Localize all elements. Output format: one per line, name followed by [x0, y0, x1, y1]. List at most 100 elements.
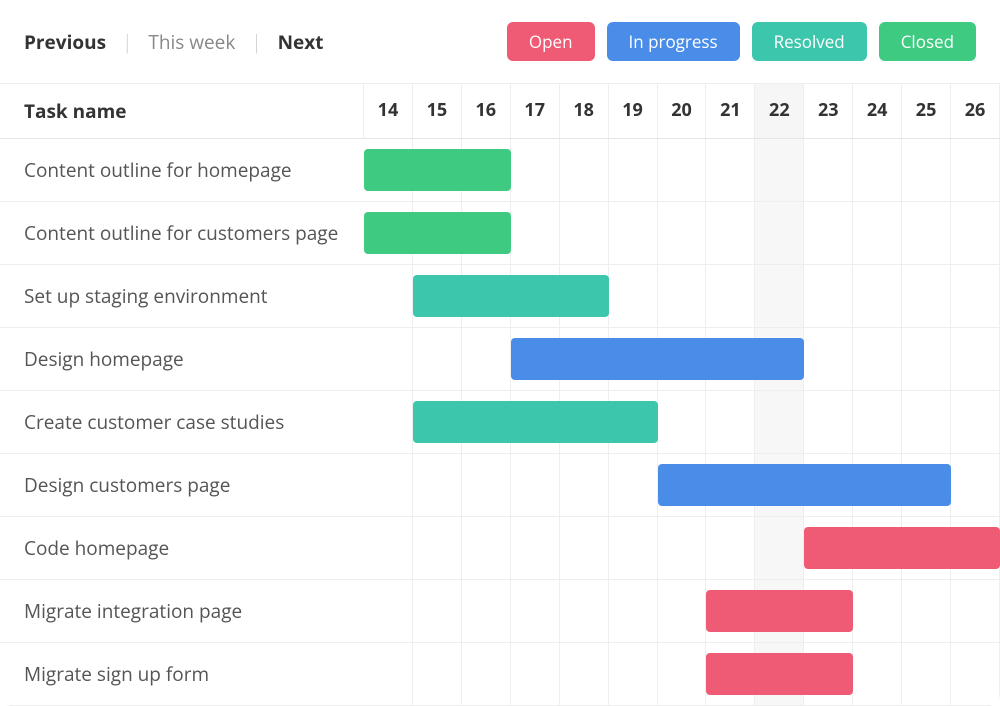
grid-cell	[560, 517, 609, 579]
grid-cell	[560, 454, 609, 516]
this-week-button[interactable]: This week	[148, 29, 235, 55]
grid-cell	[560, 580, 609, 642]
task-name-cell: Code homepage	[0, 517, 364, 580]
grid-cell	[364, 580, 413, 642]
grid-cell	[951, 139, 1000, 201]
grid-cell	[658, 202, 707, 264]
grid-cell	[511, 454, 560, 516]
grid-cell	[658, 580, 707, 642]
grid-cell	[609, 265, 658, 327]
prev-button[interactable]: Previous	[24, 29, 106, 55]
grid-cell	[951, 328, 1000, 390]
column-header-day: 22	[755, 84, 804, 139]
grid-cell	[706, 139, 755, 201]
column-header-day: 17	[511, 84, 560, 139]
column-header-day: 20	[658, 84, 707, 139]
gantt-bar[interactable]	[804, 527, 1000, 569]
task-name-cell: Migrate integration page	[0, 580, 364, 643]
grid-cell	[462, 643, 511, 705]
grid-cell	[364, 391, 413, 453]
next-button[interactable]: Next	[278, 29, 324, 55]
gantt-bar[interactable]	[364, 149, 511, 191]
gantt-bar[interactable]	[706, 653, 853, 695]
gantt-bar[interactable]	[364, 212, 511, 254]
task-timeline	[364, 265, 1000, 328]
gantt-bar[interactable]	[413, 275, 609, 317]
status-filter-closed[interactable]: Closed	[879, 22, 976, 61]
grid-cell	[462, 517, 511, 579]
grid-cell	[413, 454, 462, 516]
grid-cell	[609, 517, 658, 579]
gantt-bar[interactable]	[413, 401, 658, 443]
status-filter-group: Open In progress Resolved Closed	[507, 22, 976, 61]
column-header-day: 15	[413, 84, 462, 139]
grid-cell	[658, 265, 707, 327]
task-timeline	[364, 139, 1000, 202]
grid-cell	[658, 139, 707, 201]
grid-cell	[560, 643, 609, 705]
grid-cell	[853, 643, 902, 705]
grid-cell	[609, 202, 658, 264]
grid-cell	[413, 580, 462, 642]
grid-cell	[364, 328, 413, 390]
column-header-day: 14	[364, 84, 413, 139]
grid-cell	[609, 139, 658, 201]
task-timeline	[364, 202, 1000, 265]
status-filter-in_progress[interactable]: In progress	[607, 22, 740, 61]
task-name-cell: Create customer case studies	[0, 391, 364, 454]
gantt-bar[interactable]	[658, 464, 952, 506]
grid-cell	[462, 454, 511, 516]
grid-cell	[853, 328, 902, 390]
nav-separator: |	[122, 29, 132, 55]
grid-cell	[609, 643, 658, 705]
grid-cell	[609, 454, 658, 516]
grid-cell	[853, 139, 902, 201]
task-name-cell: Content outline for homepage	[0, 139, 364, 202]
grid-cell	[902, 328, 951, 390]
grid-cell	[511, 517, 560, 579]
grid-cell	[902, 580, 951, 642]
grid-cell	[951, 643, 1000, 705]
gantt-bar[interactable]	[511, 338, 805, 380]
task-timeline	[364, 580, 1000, 643]
grid-cell	[755, 265, 804, 327]
column-header-day: 18	[560, 84, 609, 139]
status-filter-open[interactable]: Open	[507, 22, 595, 61]
grid-cell	[804, 391, 853, 453]
grid-cell	[951, 580, 1000, 642]
grid-cell	[560, 202, 609, 264]
grid-cell	[511, 202, 560, 264]
task-timeline	[364, 643, 1000, 706]
grid-cell	[413, 328, 462, 390]
grid-cell	[755, 391, 804, 453]
column-header-day: 21	[706, 84, 755, 139]
grid-cell	[706, 202, 755, 264]
column-header-day: 26	[951, 84, 1000, 139]
column-header-day: 25	[902, 84, 951, 139]
grid-cell	[853, 580, 902, 642]
grid-cell	[902, 391, 951, 453]
grid-cell	[804, 328, 853, 390]
column-header-day: 16	[462, 84, 511, 139]
task-name-cell: Design customers page	[0, 454, 364, 517]
column-header-day: 19	[609, 84, 658, 139]
nav-separator: |	[251, 29, 261, 55]
task-name-cell: Design homepage	[0, 328, 364, 391]
status-filter-resolved[interactable]: Resolved	[752, 22, 867, 61]
task-name-cell: Content outline for customers page	[0, 202, 364, 265]
grid-cell	[658, 391, 707, 453]
grid-cell	[804, 202, 853, 264]
grid-cell	[609, 580, 658, 642]
grid-cell	[804, 265, 853, 327]
grid-cell	[658, 643, 707, 705]
grid-cell	[364, 265, 413, 327]
toolbar: Previous | This week | Next Open In progr…	[0, 0, 1000, 84]
task-name-cell: Migrate sign up form	[0, 643, 364, 706]
grid-cell	[755, 517, 804, 579]
task-timeline	[364, 391, 1000, 454]
grid-cell	[364, 643, 413, 705]
grid-cell	[706, 391, 755, 453]
gantt-bar[interactable]	[706, 590, 853, 632]
grid-cell	[853, 391, 902, 453]
grid-cell	[902, 265, 951, 327]
